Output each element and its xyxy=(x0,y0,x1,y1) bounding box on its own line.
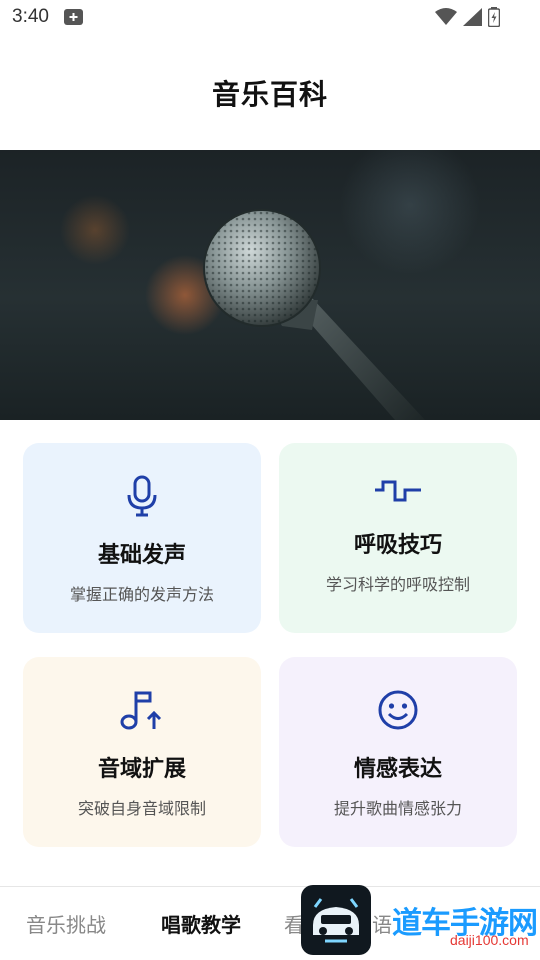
card-subtitle: 掌握正确的发声方法 xyxy=(69,585,214,604)
card-subtitle: 突破自身音域限制 xyxy=(77,799,206,818)
wifi-icon xyxy=(435,8,457,25)
card-emotional-expression[interactable]: 情感表达 提升歌曲情感张力 xyxy=(279,657,517,847)
battery-icon xyxy=(488,7,500,27)
watermark-url: daiji100.com xyxy=(450,932,529,948)
card-basic-vocalization[interactable]: 基础发声 掌握正确的发声方法 xyxy=(23,443,261,633)
microphone-photo xyxy=(203,209,425,420)
card-subtitle: 提升歌曲情感张力 xyxy=(333,799,462,818)
hero-banner xyxy=(0,150,540,420)
notification-plus-icon xyxy=(64,9,83,25)
app-header: 音乐百科 xyxy=(0,36,540,150)
card-title: 基础发声 xyxy=(97,543,186,568)
card-range-extension[interactable]: 音域扩展 突破自身音域限制 xyxy=(23,657,261,847)
card-title: 呼吸技巧 xyxy=(353,533,442,558)
tab-music-challenge[interactable]: 音乐挑战 xyxy=(26,909,106,938)
card-title: 音域扩展 xyxy=(97,757,186,782)
card-breathing[interactable]: 呼吸技巧 学习科学的呼吸控制 xyxy=(279,443,517,633)
music-note-up-icon xyxy=(120,687,164,733)
tab-singing-lessons[interactable]: 唱歌教学 xyxy=(161,909,241,938)
tab-language[interactable]: 语 xyxy=(372,909,392,938)
app-badge-icon xyxy=(301,885,371,955)
microphone-icon xyxy=(126,473,158,519)
status-time: 3:40 xyxy=(12,6,49,27)
signal-icon xyxy=(463,8,482,26)
status-bar: 3:40 xyxy=(0,0,540,36)
smile-icon xyxy=(377,687,419,733)
wave-icon xyxy=(373,473,423,509)
card-subtitle: 学习科学的呼吸控制 xyxy=(325,575,470,594)
page-title: 音乐百科 xyxy=(211,78,328,111)
card-title: 情感表达 xyxy=(353,757,442,782)
